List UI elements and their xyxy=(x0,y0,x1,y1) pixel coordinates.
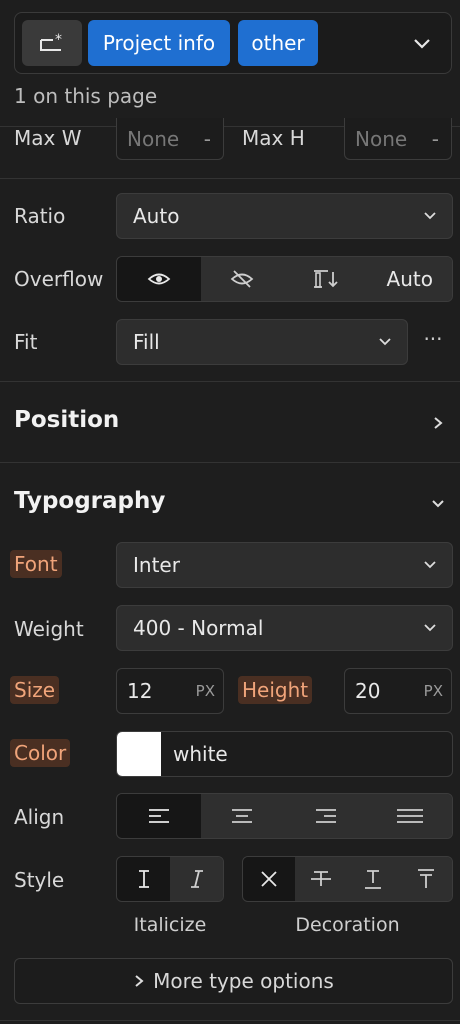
overflow-auto-button[interactable]: Auto xyxy=(367,257,452,301)
chevron-down-icon xyxy=(432,500,444,508)
chip-label: other xyxy=(251,31,305,55)
decoration-none-button[interactable] xyxy=(243,857,295,901)
more-type-options-button[interactable]: More type options xyxy=(14,958,453,1004)
overflow-label: Overflow xyxy=(14,267,104,291)
overflow-visible-button[interactable] xyxy=(117,257,201,301)
font-value: Inter xyxy=(133,553,180,577)
max-w-unit: - xyxy=(203,126,211,151)
eye-off-icon xyxy=(230,270,254,288)
fit-label: Fit xyxy=(14,330,38,354)
font-select[interactable]: Inter xyxy=(116,542,453,588)
max-h-value: None xyxy=(355,126,408,151)
underline-icon xyxy=(365,870,382,889)
align-left-icon xyxy=(148,809,169,823)
divider xyxy=(0,462,460,463)
color-input[interactable]: white xyxy=(116,731,453,777)
decoration-segmented xyxy=(242,856,453,902)
align-center-icon xyxy=(232,809,253,823)
max-w-value: None xyxy=(127,126,180,151)
size-label: Size xyxy=(10,676,60,704)
decoration-underline-button[interactable] xyxy=(347,857,400,901)
color-swatch[interactable] xyxy=(117,732,161,776)
position-expand-button[interactable] xyxy=(426,412,450,434)
max-h-label: Max H xyxy=(242,126,305,150)
max-w-input[interactable]: None - xyxy=(116,118,224,160)
chip-project-info[interactable]: Project info xyxy=(88,20,230,66)
align-right-button[interactable] xyxy=(284,794,368,838)
chevron-down-icon xyxy=(424,212,436,220)
weight-select[interactable]: 400 - Normal xyxy=(116,605,453,651)
overflow-scroll-button[interactable] xyxy=(284,257,368,301)
overflow-auto-label: Auto xyxy=(386,267,433,291)
new-class-button[interactable]: * xyxy=(22,20,82,66)
typography-section-title[interactable]: Typography xyxy=(14,488,165,514)
color-value: white xyxy=(173,742,228,766)
style-label: Style xyxy=(14,868,65,892)
svg-text:*: * xyxy=(55,32,62,48)
line-height-input[interactable]: 20 PX xyxy=(344,668,452,714)
font-size-input[interactable]: 12 PX xyxy=(116,668,224,714)
fit-select[interactable]: Fill xyxy=(116,319,408,365)
chevron-down-icon xyxy=(424,624,436,632)
decoration-strikethrough-button[interactable] xyxy=(294,857,347,901)
decoration-overline-button[interactable] xyxy=(399,857,452,901)
align-label: Align xyxy=(14,805,65,829)
weight-label: Weight xyxy=(14,617,84,641)
selector-dropdown-button[interactable] xyxy=(404,28,440,58)
close-icon xyxy=(261,871,277,887)
text-cursor-icon xyxy=(138,870,149,888)
weight-value: 400 - Normal xyxy=(133,616,264,640)
align-justify-button[interactable] xyxy=(367,794,452,838)
chevron-down-icon xyxy=(379,338,391,346)
align-right-icon xyxy=(315,809,336,823)
max-w-label: Max W xyxy=(14,126,82,150)
chevron-right-icon xyxy=(434,417,443,429)
more-type-options-label: More type options xyxy=(153,969,334,993)
chip-other[interactable]: other xyxy=(238,20,318,66)
align-left-button[interactable] xyxy=(117,794,201,838)
align-segmented xyxy=(116,793,453,839)
overflow-segmented: Auto xyxy=(116,256,453,302)
ratio-select[interactable]: Auto xyxy=(116,193,453,239)
divider xyxy=(0,178,460,179)
line-height-value: 20 xyxy=(355,679,381,703)
chip-label: Project info xyxy=(102,31,216,55)
align-justify-icon xyxy=(396,809,423,823)
strikethrough-icon xyxy=(310,871,331,886)
font-size-unit: PX xyxy=(195,682,215,700)
align-center-button[interactable] xyxy=(200,794,284,838)
decoration-caption: Decoration xyxy=(295,914,400,936)
typography-collapse-button[interactable] xyxy=(426,494,450,514)
eye-icon xyxy=(147,273,171,285)
font-size-value: 12 xyxy=(127,679,153,703)
italic-icon xyxy=(190,870,203,888)
max-h-input[interactable]: None - xyxy=(344,118,452,160)
scroll-icon xyxy=(313,270,338,288)
italic-segmented xyxy=(116,856,224,902)
line-height-label: Height xyxy=(238,676,313,704)
chevron-down-icon xyxy=(424,561,436,569)
chevron-down-icon xyxy=(414,39,430,49)
overflow-hidden-button[interactable] xyxy=(200,257,284,301)
chevron-right-icon xyxy=(135,975,144,987)
fit-value: Fill xyxy=(133,330,160,354)
ratio-value: Auto xyxy=(133,204,180,228)
position-section-title[interactable]: Position xyxy=(14,407,119,433)
style-regular-button[interactable] xyxy=(117,857,170,901)
color-label: Color xyxy=(10,739,71,767)
max-h-unit: - xyxy=(431,126,439,151)
divider xyxy=(0,381,460,382)
italicize-caption: Italicize xyxy=(133,914,207,936)
divider xyxy=(0,1020,460,1021)
class-add-icon: * xyxy=(40,32,62,51)
font-label: Font xyxy=(10,550,62,578)
fit-more-button[interactable]: ··· xyxy=(418,327,448,355)
selection-count: 1 on this page xyxy=(14,84,158,108)
line-height-unit: PX xyxy=(423,682,443,700)
style-italic-button[interactable] xyxy=(170,857,223,901)
overline-icon xyxy=(417,869,434,888)
ratio-label: Ratio xyxy=(14,204,66,228)
